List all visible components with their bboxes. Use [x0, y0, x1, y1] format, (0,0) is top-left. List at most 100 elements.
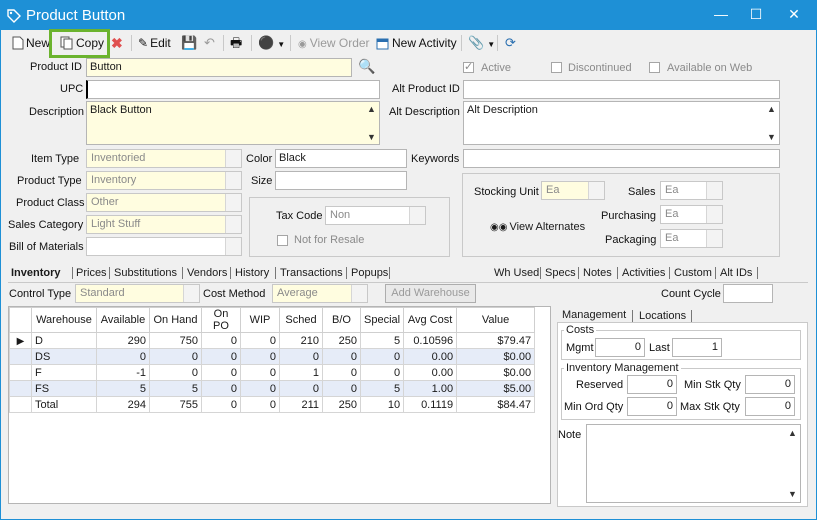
product-class-select[interactable]: Other: [86, 193, 242, 212]
tab-vendors[interactable]: Vendors: [187, 265, 227, 281]
table-cell[interactable]: 210: [279, 332, 323, 349]
table-cell[interactable]: D: [31, 332, 97, 349]
delete-icon[interactable]: ✖: [111, 33, 123, 53]
column-header[interactable]: Warehouse: [31, 307, 97, 333]
add-warehouse-button[interactable]: Add Warehouse: [385, 284, 476, 303]
table-row[interactable]: Total 294 755 0 0 211 250 10 0.1119 $84.47: [9, 396, 536, 413]
table-cell[interactable]: 10: [359, 396, 405, 413]
tab-custom[interactable]: Custom: [674, 265, 712, 281]
product-type-select[interactable]: Inventory: [86, 171, 242, 190]
table-cell[interactable]: 294: [96, 396, 150, 413]
table-cell[interactable]: Total: [31, 396, 97, 413]
table-cell[interactable]: $79.47: [456, 332, 536, 349]
tab-transactions[interactable]: Transactions: [280, 265, 343, 281]
mgmt-cost-field[interactable]: 0: [595, 338, 645, 357]
tab-management[interactable]: Management: [562, 307, 626, 323]
table-cell[interactable]: 0: [240, 364, 280, 381]
table-cell[interactable]: 0: [359, 364, 405, 381]
table-row[interactable]: DS 0 0 0 0 0 0 0 0.00 $0.00: [9, 348, 536, 365]
table-cell[interactable]: 1: [279, 364, 323, 381]
alt-description-scrollbar[interactable]: ▲ ▼: [765, 102, 779, 144]
color-field[interactable]: Black: [275, 149, 407, 168]
table-cell[interactable]: 0: [201, 348, 241, 365]
table-cell[interactable]: 0.00: [403, 364, 458, 381]
sales-category-select[interactable]: Light Stuff: [86, 215, 242, 234]
dropdown-arrow[interactable]: [225, 194, 241, 211]
dropdown-arrow[interactable]: [588, 182, 604, 199]
table-cell[interactable]: FS: [31, 380, 97, 397]
column-header[interactable]: Value: [456, 307, 536, 333]
print-icon[interactable]: 🖶: [230, 33, 242, 53]
search-icon[interactable]: 🔍: [358, 58, 375, 75]
tab-wh-used[interactable]: Wh Used: [494, 265, 539, 281]
view-order-button[interactable]: ◉ View Order: [298, 33, 370, 53]
row-indicator[interactable]: [9, 348, 32, 365]
dropdown-arrow[interactable]: [706, 230, 722, 247]
table-cell[interactable]: 290: [96, 332, 150, 349]
packaging-unit-select[interactable]: Ea: [660, 229, 723, 248]
tab-notes[interactable]: Notes: [583, 265, 612, 281]
table-cell[interactable]: 250: [322, 396, 361, 413]
table-cell[interactable]: 250: [322, 332, 361, 349]
table-cell[interactable]: 0: [201, 364, 241, 381]
bill-of-materials-select[interactable]: [86, 237, 242, 256]
table-cell[interactable]: 5: [359, 380, 405, 397]
maximize-button[interactable]: ☐: [746, 5, 766, 23]
control-type-select[interactable]: Standard: [75, 284, 200, 303]
table-cell[interactable]: 0: [322, 380, 361, 397]
not-for-resale-checkbox[interactable]: [277, 235, 288, 246]
min-stk-qty-field[interactable]: 0: [745, 375, 795, 394]
table-cell[interactable]: $84.47: [456, 396, 536, 413]
alt-description-field[interactable]: Alt Description ▲ ▼: [463, 101, 780, 145]
column-header[interactable]: B/O: [322, 307, 361, 333]
table-cell[interactable]: 0: [240, 348, 280, 365]
tab-history[interactable]: History: [235, 265, 269, 281]
table-cell[interactable]: DS: [31, 348, 97, 365]
column-header[interactable]: On PO: [201, 307, 241, 333]
row-indicator[interactable]: ▶: [9, 332, 32, 349]
view-alternates-button[interactable]: ◉◉ View Alternates: [490, 221, 585, 233]
table-cell[interactable]: 211: [279, 396, 323, 413]
table-cell[interactable]: 5: [359, 332, 405, 349]
new-button[interactable]: New: [12, 33, 50, 53]
column-header[interactable]: Sched: [279, 307, 323, 333]
row-indicator[interactable]: [9, 396, 32, 413]
table-cell[interactable]: 1.00: [403, 380, 458, 397]
table-row[interactable]: FS 5 5 0 0 0 0 5 1.00 $5.00: [9, 380, 536, 397]
column-header[interactable]: Available: [96, 307, 150, 333]
table-cell[interactable]: 0: [201, 380, 241, 397]
minimize-button[interactable]: —: [711, 5, 731, 23]
paperclip-icon[interactable]: 📎 ▼: [468, 33, 495, 53]
tab-substitutions[interactable]: Substitutions: [114, 265, 177, 281]
save-icon[interactable]: 💾: [181, 33, 197, 53]
chevron-down-icon[interactable]: ▼: [767, 132, 776, 142]
dropdown-arrow[interactable]: [706, 206, 722, 223]
item-type-select[interactable]: Inventoried: [86, 149, 242, 168]
tab-activities[interactable]: Activities: [622, 265, 665, 281]
column-header[interactable]: On Hand: [149, 307, 202, 333]
discontinued-checkbox[interactable]: [551, 62, 562, 73]
tab-popups[interactable]: Popups: [351, 265, 388, 281]
note-field[interactable]: ▲ ▼: [586, 424, 801, 503]
table-cell[interactable]: 755: [149, 396, 202, 413]
dropdown-arrow[interactable]: [225, 150, 241, 167]
dropdown-arrow[interactable]: [706, 182, 722, 199]
stocking-unit-select[interactable]: Ea: [541, 181, 605, 200]
dropdown-arrow[interactable]: [225, 238, 241, 255]
table-cell[interactable]: 0.00: [403, 348, 458, 365]
chevron-down-icon[interactable]: ▼: [367, 132, 376, 142]
available-web-checkbox[interactable]: [649, 62, 660, 73]
row-indicator[interactable]: [9, 380, 32, 397]
tab-inventory[interactable]: Inventory: [11, 265, 61, 281]
tab-prices[interactable]: Prices: [76, 265, 107, 281]
table-cell[interactable]: 0: [149, 364, 202, 381]
min-ord-qty-field[interactable]: 0: [627, 397, 677, 416]
reserved-field[interactable]: 0: [627, 375, 677, 394]
dropdown-arrow[interactable]: [351, 285, 367, 302]
cost-method-select[interactable]: Average: [272, 284, 368, 303]
table-cell[interactable]: 0: [240, 332, 280, 349]
table-cell[interactable]: 0.1119: [403, 396, 458, 413]
table-cell[interactable]: $0.00: [456, 364, 536, 381]
table-cell[interactable]: F: [31, 364, 97, 381]
tag-dropdown-icon[interactable]: ⚫ ▼: [258, 33, 285, 53]
